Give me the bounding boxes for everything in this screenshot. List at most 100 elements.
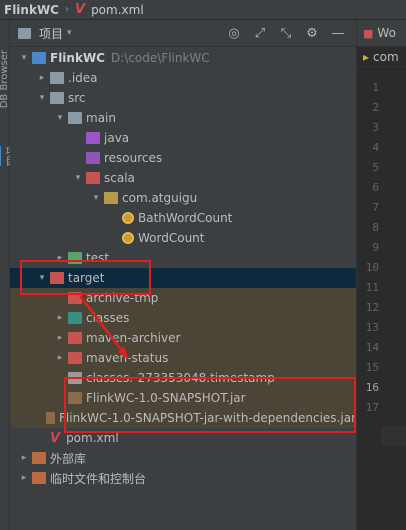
tree-item-external-libs[interactable]: ▸ 外部库 [10, 448, 356, 468]
hide-icon[interactable]: — [330, 26, 346, 41]
chevron-right-icon[interactable]: ▸ [54, 353, 66, 363]
chevron-right-icon[interactable]: ▸ [36, 73, 48, 83]
scala-cls-icon [122, 232, 134, 244]
tree-item-classes[interactable]: ▸ classes [10, 308, 356, 328]
folder-grey-icon [68, 112, 82, 124]
line-number: 9 [372, 241, 379, 254]
line-number: 11 [365, 281, 379, 294]
chevron-right-icon[interactable]: ▸ [18, 473, 30, 483]
tree-item-java[interactable]: java [10, 128, 356, 148]
jar-icon [46, 412, 56, 424]
folder-red-icon [68, 352, 82, 364]
folder-red-icon [68, 292, 82, 304]
maven-icon: V [50, 430, 61, 446]
package-icon: ▸ [363, 49, 370, 64]
project-path: D:\code\FlinkWC [111, 51, 210, 65]
tree-item-test[interactable]: ▸ test [10, 248, 356, 268]
gear-icon[interactable]: ⚙ [304, 26, 320, 41]
chevron-right-icon[interactable]: ▸ [54, 333, 66, 343]
tree-item-label: pom.xml [66, 431, 119, 445]
tree-item-label: resources [104, 151, 163, 165]
left-tool-strip: DB Browser 项目 [0, 20, 14, 530]
line-number: 1 [372, 81, 379, 94]
breadcrumb-file[interactable]: pom.xml [91, 3, 144, 17]
chevron-right-icon[interactable]: ▸ [54, 313, 66, 323]
breadcrumb-project[interactable]: FlinkWC [4, 3, 59, 17]
line-number: 2 [372, 101, 379, 114]
maven-icon: V [75, 2, 86, 17]
tree-item-main[interactable]: ▾ main [10, 108, 356, 128]
editor-area: ■ Wo ▸ com 1 2 3 4 5 6 7 8 9 10 11 12 13 14 15 16 17 [356, 20, 406, 530]
expand-icon[interactable]: ⤢ [252, 26, 268, 41]
tree-item-label: FlinkWC-1.0-SNAPSHOT-jar-with-dependenci… [59, 411, 356, 425]
tree-item-timestamp[interactable]: classes.-273353048.timestamp [10, 368, 356, 388]
tree-item-resources[interactable]: resources [10, 148, 356, 168]
collapse-icon[interactable]: ⤡ [278, 26, 294, 41]
file-icon [68, 372, 82, 384]
folder-blue-icon [32, 52, 46, 64]
line-number: 14 [365, 341, 379, 354]
tree-item-label: maven-status [86, 351, 169, 365]
tree-item-target[interactable]: ▾ target [10, 268, 356, 288]
chevron-down-icon[interactable]: ▾ [36, 93, 48, 103]
project-tools: ◎ ⤢ ⤡ ⚙ — [226, 26, 356, 41]
line-number: 12 [365, 301, 379, 314]
chevron-down-icon[interactable]: ▾ [18, 53, 30, 63]
line-number: 13 [365, 321, 379, 334]
tree-item-bathwordcount[interactable]: BathWordCount [10, 208, 356, 228]
chevron-down-icon[interactable]: ▾ [36, 273, 48, 283]
project-view-title[interactable]: 项目 [39, 25, 63, 42]
tree-item-label: BathWordCount [138, 211, 233, 225]
tree-item-label: java [104, 131, 130, 145]
tree-item-idea[interactable]: ▸ .idea [10, 68, 356, 88]
editor-breadcrumb-label[interactable]: com [373, 50, 399, 64]
tree-item-scratches[interactable]: ▸ 临时文件和控制台 [10, 468, 356, 488]
tree-item-label: 临时文件和控制台 [50, 471, 147, 486]
line-number: 16 [365, 381, 379, 394]
tree-item-label: classes [86, 311, 130, 325]
tree-item-label: archive-tmp [86, 291, 159, 305]
tree-item-label: target [68, 271, 105, 285]
line-number: 4 [372, 141, 379, 154]
ext-icon [32, 452, 46, 464]
tree-item-label: WordCount [138, 231, 205, 245]
tree-item-label: main [86, 111, 116, 125]
chevron-down-icon[interactable]: ▾ [54, 113, 66, 123]
ext-icon [32, 472, 46, 484]
folder-teal-icon [68, 312, 82, 324]
chevron-right-icon[interactable]: ▸ [54, 253, 66, 263]
tree-item-flinkwc[interactable]: ▾ FlinkWC D:\code\FlinkWC [10, 48, 356, 68]
tree-item-src[interactable]: ▾ src [10, 88, 356, 108]
line-number: 3 [372, 121, 379, 134]
target-icon[interactable]: ◎ [226, 26, 242, 41]
project-view-icon [18, 27, 31, 39]
folder-res-icon [86, 152, 100, 164]
folder-purple-icon [86, 132, 100, 144]
tree-item-jar[interactable]: FlinkWC-1.0-SNAPSHOT.jar [10, 388, 356, 408]
editor-breadcrumb: ▸ com [357, 47, 406, 67]
tree-item-package[interactable]: ▾ com.atguigu [10, 188, 356, 208]
line-number: 10 [365, 261, 379, 274]
editor-tab-label: Wo [377, 26, 396, 40]
tree-item-label: 外部库 [50, 451, 87, 466]
line-number: 6 [372, 181, 379, 194]
tree-item-scala[interactable]: ▾ scala [10, 168, 356, 188]
chevron-down-icon[interactable]: ▾ [90, 193, 102, 203]
tree-item-wordcount[interactable]: WordCount [10, 228, 356, 248]
tree-item-maven-archiver[interactable]: ▸ maven-archiver [10, 328, 356, 348]
tree-item-jar-deps[interactable]: FlinkWC-1.0-SNAPSHOT-jar-with-dependenci… [10, 408, 356, 428]
tree-item-pom[interactable]: Vpom.xml [10, 428, 356, 448]
tree-item-maven-status[interactable]: ▸ maven-status [10, 348, 356, 368]
folder-grey-icon [50, 92, 64, 104]
chevron-right-icon[interactable]: ▸ [18, 453, 30, 463]
folder-green-icon [68, 252, 82, 264]
chevron-down-icon[interactable]: ▾ [67, 28, 72, 38]
breadcrumb: FlinkWC › V pom.xml [0, 0, 406, 20]
tree-item-archive-tmp[interactable]: archive-tmp [10, 288, 356, 308]
editor-tab[interactable]: ■ Wo [357, 20, 406, 47]
tree-item-label: com.atguigu [122, 191, 198, 205]
chevron-down-icon[interactable]: ▾ [72, 173, 84, 183]
db-browser-tab[interactable]: DB Browser [0, 50, 10, 108]
tree-item-label: .idea [68, 71, 98, 85]
tree-item-label: FlinkWC [50, 51, 105, 65]
